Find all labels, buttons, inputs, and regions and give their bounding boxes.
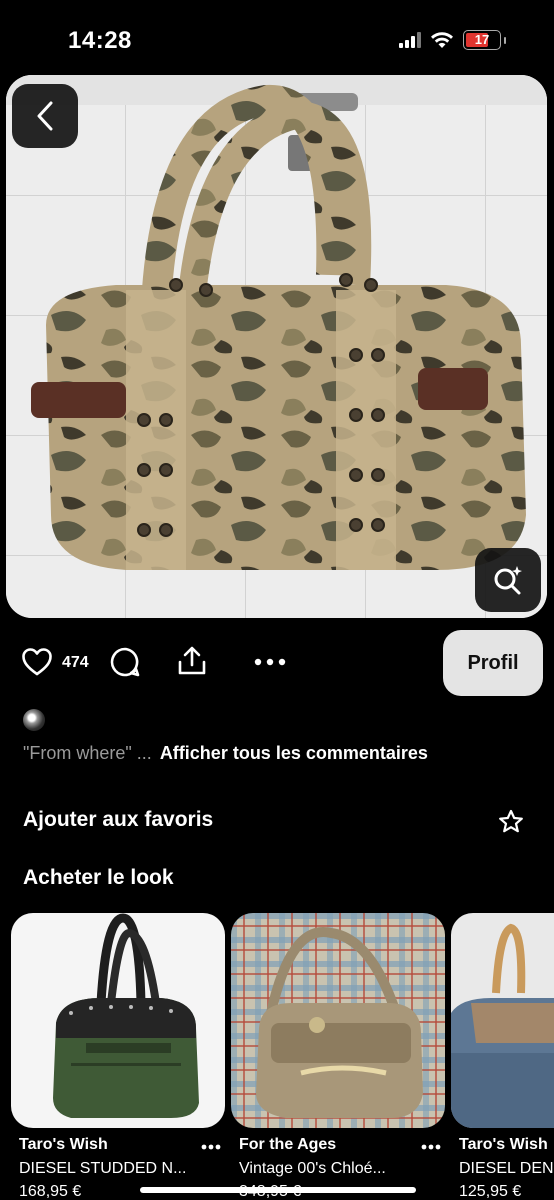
product-name[interactable]: DIESEL STUDDED N... [19,1160,233,1178]
action-bar: 474 Profil [0,630,554,698]
product-seller[interactable]: Taro's Wish [459,1136,554,1154]
more-options-icon[interactable] [201,1144,221,1150]
star-icon[interactable] [498,809,524,834]
battery-tip [504,36,506,44]
more-options-icon[interactable] [421,1144,441,1150]
visual-search-button[interactable] [475,548,541,612]
battery-icon: 17 [463,30,501,50]
product-image [231,913,445,1128]
signal-icon [399,32,421,48]
view-all-comments-link[interactable]: Afficher tous les commentaires [160,743,428,763]
like-count: 474 [62,654,89,671]
share-icon[interactable] [176,645,208,677]
add-to-favorites-label[interactable]: Ajouter aux favoris [23,808,213,832]
product-card[interactable] [231,913,445,1128]
pin-image[interactable] [6,75,547,618]
product-image [53,913,199,1118]
more-options-icon[interactable] [254,658,286,666]
comment-preview: "From where" ... [23,743,152,763]
status-bar: 14:28 17 [0,0,554,78]
battery-level: 17 [474,32,490,47]
back-button[interactable] [12,84,78,148]
product-card[interactable] [11,913,225,1128]
product-info: Taro's Wish DIESEL DENI 125,95 € [459,1136,554,1200]
product-name[interactable]: Vintage 00's Chloé... [239,1160,453,1178]
product-name[interactable]: DIESEL DENI [459,1160,554,1178]
profile-button[interactable]: Profil [443,630,543,696]
chevron-left-icon [37,101,53,131]
product-image [451,923,554,1128]
status-icons: 17 [399,30,506,50]
status-time: 14:28 [68,27,132,54]
comment-icon[interactable] [110,647,140,677]
product-price: 125,95 € [459,1183,522,1200]
home-indicator[interactable] [140,1187,416,1193]
shop-the-look-title: Acheter le look [23,866,174,889]
visual-search-icon [494,566,522,595]
product-card[interactable] [451,913,554,1128]
wifi-icon [431,31,453,48]
comment-preview-row[interactable]: "From where" ... Afficher tous les commen… [23,743,428,764]
camo-bag-illustration [6,75,547,618]
commenter-avatar[interactable] [23,709,45,731]
heart-icon[interactable] [22,648,52,676]
